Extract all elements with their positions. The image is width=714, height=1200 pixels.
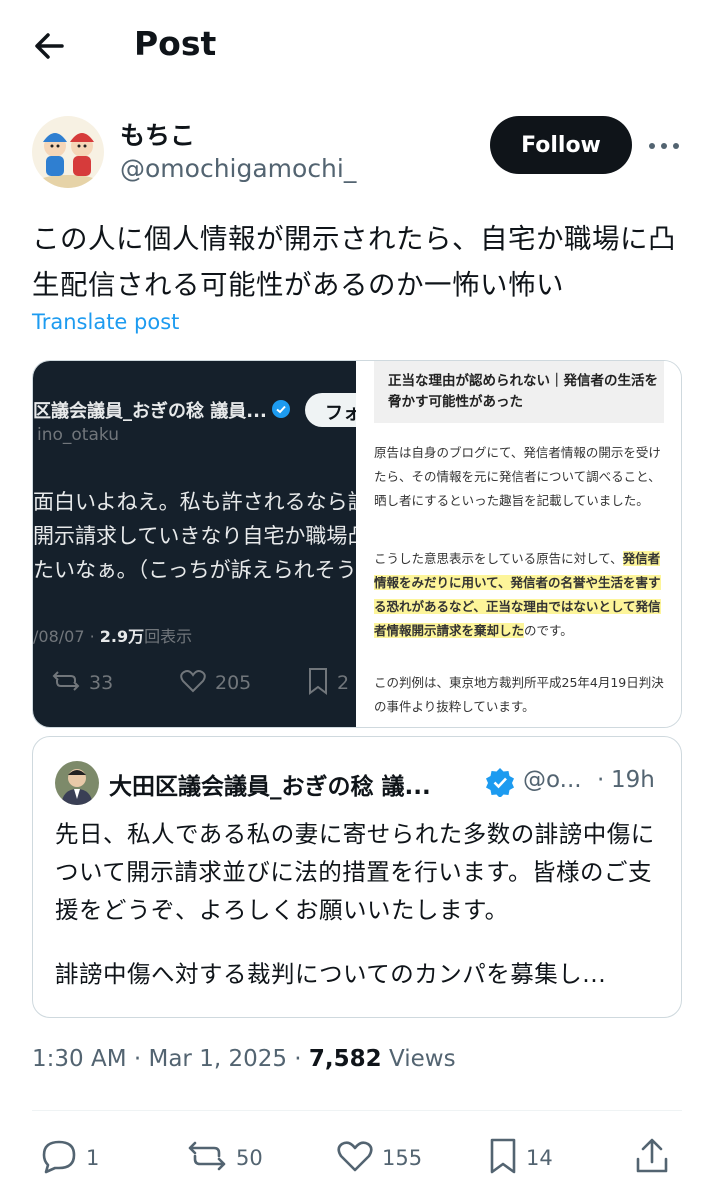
post-media-image[interactable]: 区議会議員_おぎの稔 議員... フォ ino_otaku 面白いよねえ。私も許… [32, 360, 682, 728]
quote-avatar [55, 761, 99, 805]
post-text: この人に個人情報が開示されたら、自宅か職場に凸生配信される可能性があるのか一怖い… [32, 223, 676, 301]
bookmark-icon [488, 1137, 518, 1180]
post-time[interactable]: 1:30 AM [32, 1046, 127, 1072]
article-paragraph: この判例は、東京地方裁判所平成25年4月19日判決の事件より抜粋しています。 [374, 675, 664, 714]
quote-time: 19h [611, 767, 655, 793]
reply-button[interactable]: 1 [40, 1134, 99, 1182]
like-icon [336, 1139, 374, 1178]
author-avatar[interactable] [32, 116, 104, 188]
media-retweet-count: 33 [89, 672, 114, 694]
article-text: こうした意思表示をしている原告に対して、 [374, 551, 623, 566]
page-title: Post [134, 24, 217, 63]
like-count: 155 [382, 1146, 423, 1170]
author-name[interactable]: もちこ [120, 116, 195, 152]
quote-handle: @o... [523, 767, 582, 793]
quote-text: 先日、私人である私の妻に寄せられた多数の誹謗中傷について開示請求並びに法的措置を… [55, 820, 655, 924]
divider [32, 1110, 682, 1111]
verified-icon [485, 767, 515, 798]
top-bar: Post [0, 0, 714, 92]
media-tweet-screenshot: 区議会議員_おぎの稔 議員... フォ ino_otaku 面白いよねえ。私も許… [33, 361, 356, 727]
repost-icon [186, 1139, 228, 1178]
quote-text-more: 誹謗中傷へ対する裁判についてのカンパを募集し... [55, 960, 607, 988]
media-tweet-line: 面白いよねえ。私も許されるなら訴 [33, 490, 356, 514]
views-count: 7,582 [308, 1046, 382, 1072]
media-tweet-text: 面白いよねえ。私も許されるなら訴 開示請求していきなり自宅か職場凸 たいなぁ。（… [33, 485, 356, 587]
article-header: 正当な理由が認められない｜発信者の生活を脅かす可能性があった [388, 373, 658, 410]
repost-icon [51, 669, 81, 698]
post-date[interactable]: Mar 1, 2025 [148, 1046, 287, 1072]
like-button[interactable]: 155 [336, 1134, 422, 1182]
reply-icon [40, 1138, 78, 1179]
media-tweet-actions: 33 205 2 [33, 665, 356, 701]
author-handle[interactable]: @omochigamochi_ [120, 154, 356, 183]
quote-separator: · [597, 767, 605, 793]
media-like: 205 [179, 665, 251, 701]
media-follow-button: フォ [305, 393, 356, 427]
like-icon [179, 669, 207, 698]
share-button[interactable] [634, 1134, 670, 1182]
author-row: もちこ @omochigamochi_ Follow [0, 108, 714, 198]
bookmark-count: 14 [526, 1146, 553, 1170]
repost-count: 50 [236, 1146, 263, 1170]
article-text: のです。 [524, 623, 573, 638]
action-bar: 1 50 155 14 [0, 1134, 714, 1182]
media-tweet-line: 開示請求していきなり自宅か職場凸 [33, 524, 356, 548]
media-tweet-line: たいなぁ。（こっちが訴えられそう [33, 558, 356, 582]
repost-button[interactable]: 50 [186, 1134, 263, 1182]
article-header-box: 正当な理由が認められない｜発信者の生活を脅かす可能性があった [374, 361, 664, 423]
post-meta: 1:30 AM · Mar 1, 2025 · 7,582 Views [32, 1046, 456, 1072]
quote-author-name: 大田区議会議員_おぎの稔 議... [109, 774, 431, 800]
views-label: Views [389, 1046, 456, 1072]
media-bookmark-count: 2 [337, 672, 350, 694]
media-tweet-author-name: 区議会議員_おぎの稔 議員... [33, 401, 267, 422]
share-icon [634, 1137, 670, 1180]
more-icon[interactable] [646, 132, 682, 160]
media-retweet: 33 [51, 665, 113, 701]
reply-count: 1 [86, 1146, 100, 1170]
media-article-excerpt: 正当な理由が認められない｜発信者の生活を脅かす可能性があった 原告は自身のブログ… [356, 361, 681, 727]
media-tweet-date: /08/07 [33, 627, 85, 646]
bookmark-button[interactable]: 14 [488, 1134, 553, 1182]
article-paragraph: 原告は自身のブログにて、発信者情報の開示を受けたら、その情報を元に発信者について… [374, 445, 661, 508]
media-tweet-views-label: 回表示 [144, 627, 193, 646]
media-tweet-meta: /08/07 · 2.9万回表示 [33, 627, 193, 646]
verified-icon [271, 399, 291, 419]
quoted-tweet[interactable]: 大田区議会議員_おぎの稔 議... @o... · 19h 先日、私人である私の… [32, 736, 682, 1018]
back-arrow-icon[interactable] [30, 28, 70, 64]
article-paragraph-highlighted: こうした意思表示をしている原告に対して、発信者情報をみだりに用いて、発信者の名誉… [374, 547, 670, 643]
translate-post-link[interactable]: Translate post [32, 310, 179, 334]
media-bookmark: 2 [307, 665, 349, 701]
follow-button[interactable]: Follow [490, 116, 632, 174]
bookmark-icon [307, 667, 329, 700]
media-tweet-views-count: 2.9万 [99, 627, 145, 646]
media-like-count: 205 [215, 672, 252, 694]
media-tweet-handle: ino_otaku [37, 425, 119, 445]
